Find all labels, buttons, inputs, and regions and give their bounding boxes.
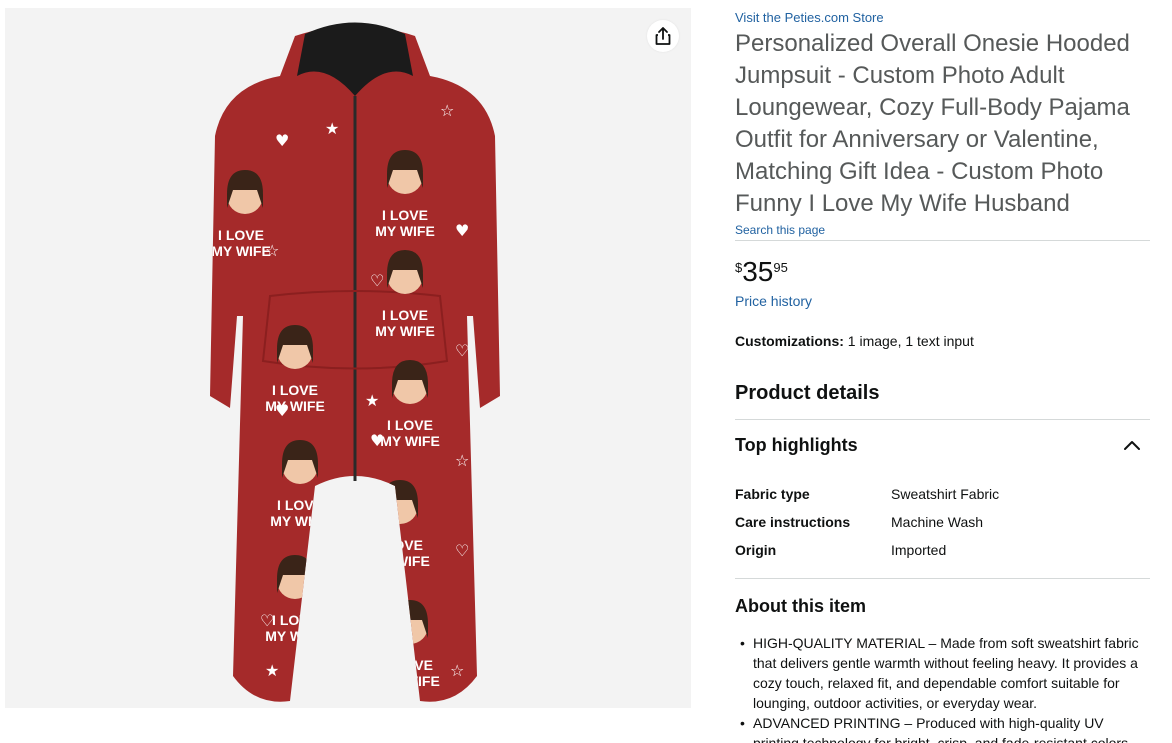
chevron-up-icon[interactable] [1122,439,1142,451]
svg-text:♡: ♡ [260,611,274,630]
svg-text:★: ★ [265,661,279,680]
list-item: ADVANCED PRINTING – Produced with high-q… [735,713,1150,743]
svg-text:☆: ☆ [265,241,279,260]
svg-text:♥: ♥ [275,401,289,420]
store-link[interactable]: Visit the Peties.com Store [735,10,884,25]
highlights-table: Fabric type Sweatshirt Fabric Care instr… [735,480,1150,564]
svg-text:☆: ☆ [365,621,379,640]
print-line-1: I LOVE [382,307,428,323]
table-row: Fabric type Sweatshirt Fabric [735,480,1150,508]
svg-text:☆: ☆ [440,101,454,120]
spec-key: Origin [735,542,777,558]
about-bullet-list: HIGH-QUALITY MATERIAL – Made from soft s… [735,633,1150,743]
product-title: Personalized Overall Onesie Hooded Jumps… [735,30,1130,217]
svg-text:♥: ♥ [370,431,384,450]
spec-value: Machine Wash [891,514,984,530]
share-button[interactable] [647,20,679,52]
print-line-1: I LOVE [272,612,318,628]
print-line-2: MY WIFE [375,323,435,339]
print-line-1: I LOVE [272,382,318,398]
svg-text:♡: ♡ [455,541,469,560]
top-highlights-label: Top highlights [735,434,858,455]
print-line-1: I LOVE [277,497,323,513]
svg-text:★: ★ [365,391,379,410]
customizations-label: Customizations: [735,333,844,349]
print-line-1: I LOVE [377,537,423,553]
print-line-2: MY WIFE [370,553,430,569]
svg-text:♡: ♡ [370,271,384,290]
print-line-2: MY WIFE [380,673,440,689]
price-whole: 35 [742,256,774,287]
share-icon [655,27,671,45]
svg-text:★: ★ [325,119,339,138]
svg-text:♥: ♥ [455,221,469,240]
price-fraction: 95 [773,260,788,275]
spec-key: Care instructions [735,514,851,530]
svg-text:♥: ♥ [275,131,289,150]
print-line-1: I LOVE [382,207,428,223]
svg-text:♡: ♡ [455,341,469,360]
product-image[interactable]: I LOVE MY WIFE I LOVE MY WIFE I LOVE MY … [155,16,555,706]
price: $ 35 95 [735,256,788,288]
divider [735,578,1150,579]
svg-text:♥: ♥ [370,561,384,580]
spec-value: Sweatshirt Fabric [891,486,1000,502]
print-line-1: I LOVE [387,417,433,433]
table-row: Origin Imported [735,536,1150,564]
table-row: Care instructions Machine Wash [735,508,1150,536]
print-line-1: I LOVE [218,227,264,243]
svg-text:★: ★ [360,501,374,520]
print-line-2: MY WIFE [380,433,440,449]
list-item: HIGH-QUALITY MATERIAL – Made from soft s… [735,633,1150,713]
search-this-page-link[interactable]: Search this page [735,223,825,237]
price-history-link[interactable]: Price history [735,293,812,309]
spec-key: Fabric type [735,486,810,502]
divider [735,419,1150,420]
svg-text:☆: ☆ [455,451,469,470]
print-line-2: MY WIFE [265,628,325,644]
spec-value: Imported [891,542,947,558]
product-details-column: Visit the Peties.com Store Personalized … [735,0,1150,743]
print-line-2: MY WIFE [270,513,330,529]
divider [735,240,1150,241]
customizations: Customizations: 1 image, 1 text input [735,333,974,349]
customizations-value: 1 image, 1 text input [847,333,974,349]
print-line-2: MY WIFE [211,243,271,259]
product-details-heading: Product details [735,382,880,404]
price-symbol: $ [735,260,743,275]
print-line-1: I LOVE [387,657,433,673]
product-image-panel[interactable]: I LOVE MY WIFE I LOVE MY WIFE I LOVE MY … [5,8,691,708]
about-heading: About this item [735,596,866,616]
svg-text:☆: ☆ [450,661,464,680]
print-line-2: MY WIFE [375,223,435,239]
top-highlights-toggle[interactable]: Top highlights [735,432,1150,458]
